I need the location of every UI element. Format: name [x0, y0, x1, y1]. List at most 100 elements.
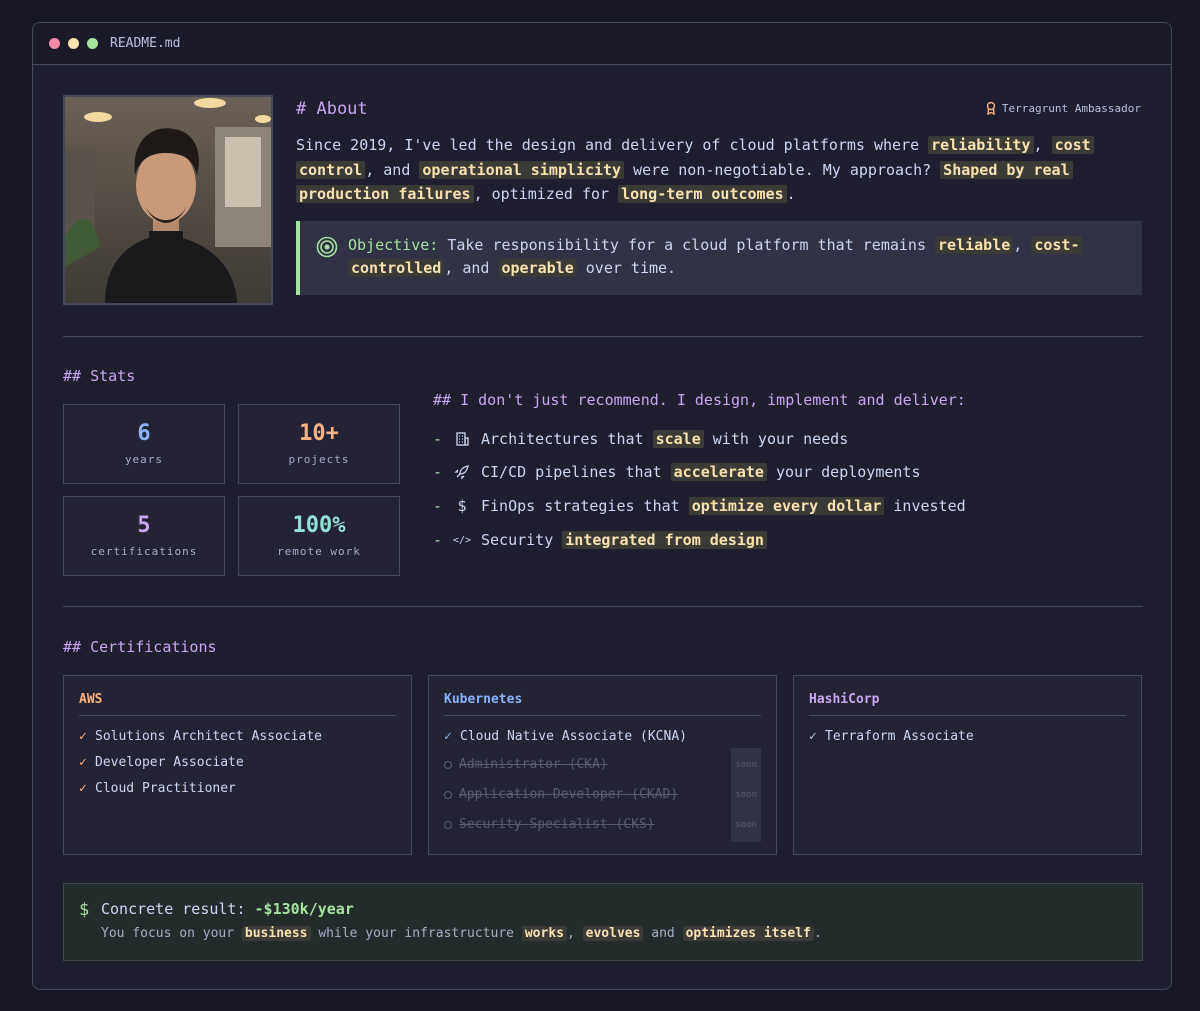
divider [63, 336, 1143, 337]
cert-label: Cloud Practitioner [95, 781, 236, 796]
stats-heading: ## Stats [63, 367, 136, 385]
about-text: were non-negotiable. My approach? [633, 160, 932, 179]
bullet-text: FinOps strategies that [481, 497, 680, 515]
target-icon [316, 236, 338, 258]
award-icon [986, 101, 996, 115]
objective-callout: Objective: Take responsibility for a clo… [296, 221, 1142, 295]
window-title: README.md [110, 36, 181, 51]
objective-body: Take responsibility for a cloud platform… [447, 236, 926, 254]
check-icon: ✓ [79, 781, 87, 796]
result-callout: $ Concrete result: -$130k/year You focus… [63, 883, 1143, 961]
stat-projects: 10+ projects [238, 404, 400, 484]
objective-text: Objective: Take responsibility for a clo… [348, 234, 1128, 280]
objective-body: over time. [585, 259, 677, 277]
about-text: , optimized for [473, 185, 610, 203]
result-title-line: Concrete result: -$130k/year [101, 900, 354, 918]
about-text: , [1033, 136, 1043, 154]
highlight: reliability [928, 136, 1034, 154]
ambassador-badge: Terragrunt Ambassador [985, 101, 1141, 115]
deliver-item: - Architectures that scale with your nee… [433, 427, 848, 451]
profile-photo [63, 95, 273, 305]
badge-label: Terragrunt Ambassador [1001, 101, 1141, 115]
cert-label: Developer Associate [95, 755, 244, 770]
cert-item: ✓ Developer Associate [79, 750, 411, 776]
highlight: long-term outcomes [618, 185, 787, 203]
highlight: cost [1051, 136, 1094, 154]
about-paragraph: Since 2019, I've led the design and deli… [296, 133, 1146, 207]
deliver-item: - </> Security integrated from design [433, 528, 767, 552]
deliver-heading: ## I don't just recommend. I design, imp… [433, 391, 966, 409]
certifications-heading: ## Certifications [63, 638, 217, 656]
highlight: integrated from design [562, 531, 767, 549]
dollar-icon: $ [457, 497, 467, 515]
bullet-text: your deployments [776, 463, 921, 481]
cert-item: ✓ Solutions Architect Associate [79, 724, 411, 750]
stat-years: 6 years [63, 404, 225, 484]
minimize-dot[interactable] [68, 38, 79, 49]
highlight: accelerate [670, 463, 767, 481]
cert-label: Terraform Associate [825, 729, 974, 744]
stat-value: 5 [137, 513, 151, 538]
code-icon: </> [452, 534, 472, 546]
cert-group-title: Kubernetes [444, 692, 761, 716]
stat-value: 10+ [299, 421, 339, 446]
cert-label: Solutions Architect Associate [95, 729, 322, 744]
result-value: -$130k/year [254, 900, 354, 918]
result-text: and [651, 926, 675, 941]
cert-item-pending: Application Developer (CKAD) soon [444, 778, 776, 812]
objective-label: Objective: [348, 236, 439, 254]
check-icon: ✓ [444, 729, 452, 744]
cert-label: Administrator (CKA) [459, 757, 608, 772]
title-bar: README.md [33, 23, 1171, 65]
check-icon: ✓ [79, 755, 87, 770]
highlight: evolves [582, 926, 644, 941]
stat-certifications: 5 certifications [63, 496, 225, 576]
bullet-dash: - [433, 463, 443, 481]
cert-label: Cloud Native Associate (KCNA) [460, 729, 687, 744]
stat-remote: 100% remote work [238, 496, 400, 576]
about-text: , and [365, 160, 411, 179]
bullet-text: invested [893, 497, 966, 515]
cert-item: ✓ Cloud Practitioner [79, 776, 411, 802]
result-title: Concrete result: [101, 900, 246, 918]
pending-circle-icon [444, 761, 452, 769]
building-icon [453, 430, 471, 448]
cert-item: ✓ Terraform Associate [809, 724, 1141, 750]
pending-circle-icon [444, 821, 452, 829]
stat-value: 6 [137, 421, 151, 446]
bullet-dash: - [433, 497, 443, 515]
cert-group-title: HashiCorp [809, 692, 1126, 716]
cert-card-aws: AWS ✓ Solutions Architect Associate ✓ Deve… [63, 675, 412, 855]
about-text: . [786, 185, 796, 203]
readme-window: README.md # About Terragrunt Ambassador … [32, 22, 1172, 990]
highlight: operational simplicity [419, 160, 625, 179]
soon-badge: soon [731, 748, 761, 782]
deliver-item: - $ FinOps strategies that optimize ever… [433, 494, 966, 518]
dollar-icon: $ [79, 900, 90, 920]
maximize-dot[interactable] [87, 38, 98, 49]
result-text: You focus on your [101, 926, 235, 941]
highlight: production failures [296, 185, 474, 203]
stat-label: certifications [90, 545, 198, 558]
highlight: works [521, 926, 567, 941]
check-icon: ✓ [79, 729, 87, 744]
cert-card-kubernetes: Kubernetes ✓ Cloud Native Associate (KCNA… [428, 675, 777, 855]
result-text: while your infrastructure [318, 926, 515, 941]
cert-card-hashicorp: HashiCorp ✓ Terraform Associate [793, 675, 1142, 855]
rocket-icon [453, 463, 471, 481]
cert-group-title: AWS [79, 692, 396, 716]
objective-body: , and [444, 259, 490, 277]
soon-badge: soon [731, 808, 761, 842]
highlight: control [296, 160, 366, 179]
stat-label: remote work [277, 545, 361, 558]
highlight: optimize every dollar [688, 497, 885, 515]
cert-item: ✓ Cloud Native Associate (KCNA) [444, 724, 776, 750]
highlight: scale [652, 430, 704, 448]
objective-body: , [1013, 236, 1023, 254]
pending-circle-icon [444, 791, 452, 799]
stat-label: projects [288, 453, 350, 466]
about-text: Since 2019, I've led the design and deli… [296, 136, 920, 154]
cert-label: Application Developer (CKAD) [459, 787, 679, 802]
stat-value: 100% [292, 513, 346, 538]
close-dot[interactable] [49, 38, 60, 49]
